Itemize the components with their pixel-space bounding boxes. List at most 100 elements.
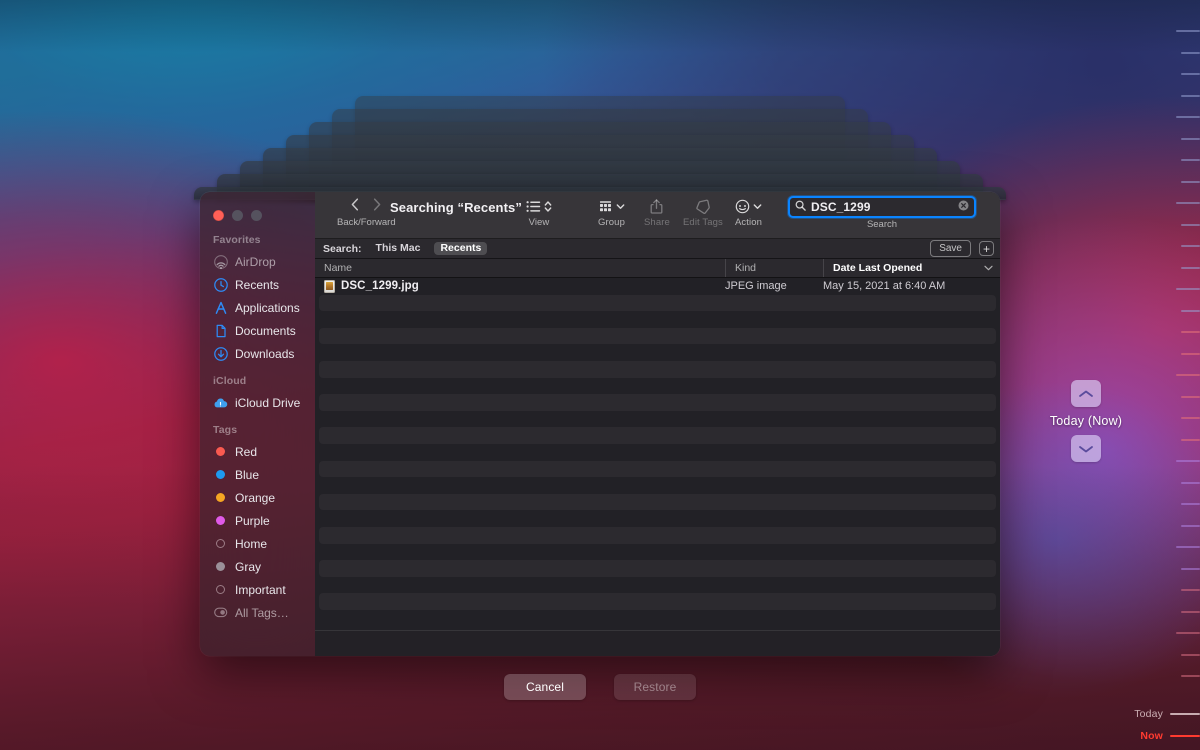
- empty-row[interactable]: [315, 378, 1000, 395]
- column-header-kind[interactable]: Kind: [725, 259, 823, 277]
- chevron-down-icon[interactable]: [1071, 435, 1101, 462]
- view-button[interactable]: View: [526, 192, 552, 228]
- chevron-down-icon: [984, 262, 993, 274]
- chevron-left-icon[interactable]: [351, 198, 359, 214]
- empty-row[interactable]: [315, 360, 1000, 378]
- magnifier-icon: [795, 200, 806, 214]
- timeline-tick[interactable]: [1181, 610, 1200, 613]
- timeline-tick[interactable]: [1181, 481, 1200, 484]
- empty-row[interactable]: [315, 526, 1000, 544]
- sidebar-item-red[interactable]: Red: [200, 440, 315, 463]
- sidebar-item-gray[interactable]: Gray: [200, 555, 315, 578]
- empty-row[interactable]: [315, 460, 1000, 478]
- timeline-tick[interactable]: [1176, 288, 1200, 290]
- timeline-tick[interactable]: [1181, 159, 1200, 161]
- empty-row[interactable]: [315, 411, 1000, 428]
- timeline-today-marker[interactable]: Today: [1040, 708, 1200, 720]
- empty-row[interactable]: [315, 344, 1000, 361]
- row-background: [319, 460, 996, 478]
- file-row[interactable]: DSC_1299.jpg JPEG image May 15, 2021 at 6:…: [315, 278, 1000, 295]
- timeline-tick[interactable]: [1176, 546, 1200, 548]
- timeline-tick[interactable]: [1181, 223, 1200, 226]
- chevron-right-icon[interactable]: [373, 198, 381, 214]
- empty-row[interactable]: [315, 493, 1000, 511]
- timeline-tick[interactable]: [1181, 503, 1200, 505]
- timeline-tick[interactable]: [1181, 73, 1200, 75]
- time-machine-timeline[interactable]: Today Now: [1134, 0, 1200, 750]
- group-button[interactable]: Group: [598, 192, 625, 228]
- save-search-button[interactable]: Save: [930, 240, 971, 257]
- empty-row[interactable]: [315, 577, 1000, 594]
- timeline-tick[interactable]: [1176, 30, 1200, 32]
- column-header-date[interactable]: Date Last Opened: [823, 259, 1000, 277]
- minimize-button[interactable]: [232, 209, 243, 221]
- timeline-tick[interactable]: [1176, 632, 1200, 634]
- timeline-tick[interactable]: [1176, 202, 1200, 204]
- timeline-tick[interactable]: [1181, 567, 1200, 570]
- scope-this-mac[interactable]: This Mac: [370, 242, 427, 256]
- chevron-up-icon[interactable]: [1071, 380, 1101, 407]
- timeline-tick[interactable]: [1176, 460, 1200, 462]
- empty-row[interactable]: [315, 510, 1000, 527]
- row-background: [319, 427, 996, 444]
- timeline-tick[interactable]: [1181, 309, 1200, 312]
- search-input[interactable]: DSC_1299: [788, 196, 976, 218]
- tag-dot-icon: [213, 536, 228, 551]
- sidebar-item-important[interactable]: Important: [200, 578, 315, 601]
- clear-circle-icon[interactable]: [958, 200, 969, 214]
- empty-row[interactable]: [315, 560, 1000, 577]
- close-button[interactable]: [213, 209, 224, 221]
- scope-recents[interactable]: Recents: [434, 241, 488, 256]
- tag-dot-icon: [213, 444, 228, 459]
- search-scope-label: Search:: [323, 242, 362, 255]
- empty-row[interactable]: [315, 311, 1000, 328]
- sidebar-item-documents[interactable]: Documents: [200, 319, 315, 342]
- sidebar-item-all-tags[interactable]: All Tags…: [200, 601, 315, 624]
- timeline-tick[interactable]: [1181, 417, 1200, 419]
- column-header-name[interactable]: Name: [315, 259, 725, 277]
- sidebar-item-airdrop[interactable]: AirDrop: [200, 250, 315, 273]
- empty-row[interactable]: [315, 394, 1000, 411]
- empty-row[interactable]: [315, 544, 1000, 561]
- file-list[interactable]: DSC_1299.jpg JPEG image May 15, 2021 at 6:…: [315, 278, 1000, 630]
- empty-row[interactable]: [315, 327, 1000, 345]
- sidebar-item-blue[interactable]: Blue: [200, 463, 315, 486]
- timeline-tick[interactable]: [1181, 51, 1200, 54]
- sidebar-item-recents[interactable]: Recents: [200, 273, 315, 296]
- sidebar-item-downloads[interactable]: Downloads: [200, 342, 315, 365]
- up-down-chevron-icon: [544, 200, 552, 212]
- sidebar-item-purple[interactable]: Purple: [200, 509, 315, 532]
- timeline-tick[interactable]: [1181, 331, 1200, 333]
- add-search-criteria-button[interactable]: +: [979, 241, 994, 256]
- empty-row[interactable]: [315, 294, 1000, 312]
- timeline-today-tick: [1170, 713, 1200, 715]
- timeline-tick[interactable]: [1181, 245, 1200, 247]
- empty-row[interactable]: [315, 593, 1000, 610]
- maximize-button[interactable]: [251, 209, 262, 221]
- sidebar-item-orange[interactable]: Orange: [200, 486, 315, 509]
- empty-row[interactable]: [315, 427, 1000, 444]
- sidebar-item-label: iCloud Drive: [235, 395, 301, 410]
- sidebar-item-applications[interactable]: Applications: [200, 296, 315, 319]
- timeline-tick[interactable]: [1181, 438, 1200, 441]
- timeline-tick[interactable]: [1176, 116, 1200, 118]
- empty-row[interactable]: [315, 444, 1000, 461]
- timeline-tick[interactable]: [1181, 94, 1200, 97]
- cancel-button[interactable]: Cancel: [504, 674, 586, 700]
- file-name-label: DSC_1299.jpg: [341, 280, 419, 293]
- sidebar-item-icloud-drive[interactable]: iCloud Drive: [200, 391, 315, 414]
- row-background: [319, 577, 996, 594]
- timeline-tick[interactable]: [1181, 266, 1200, 269]
- sidebar-item-home[interactable]: Home: [200, 532, 315, 555]
- timeline-tick[interactable]: [1181, 589, 1200, 591]
- timeline-tick[interactable]: [1181, 395, 1200, 398]
- timeline-tick[interactable]: [1181, 137, 1200, 140]
- timeline-tick[interactable]: [1176, 374, 1200, 376]
- timeline-now-marker[interactable]: Now: [1040, 730, 1200, 742]
- timeline-tick[interactable]: [1181, 180, 1200, 183]
- action-button[interactable]: Action: [735, 192, 762, 228]
- empty-row[interactable]: [315, 477, 1000, 494]
- timeline-tick[interactable]: [1181, 653, 1200, 656]
- timeline-tick[interactable]: [1181, 524, 1200, 527]
- timeline-tick[interactable]: [1181, 352, 1200, 355]
